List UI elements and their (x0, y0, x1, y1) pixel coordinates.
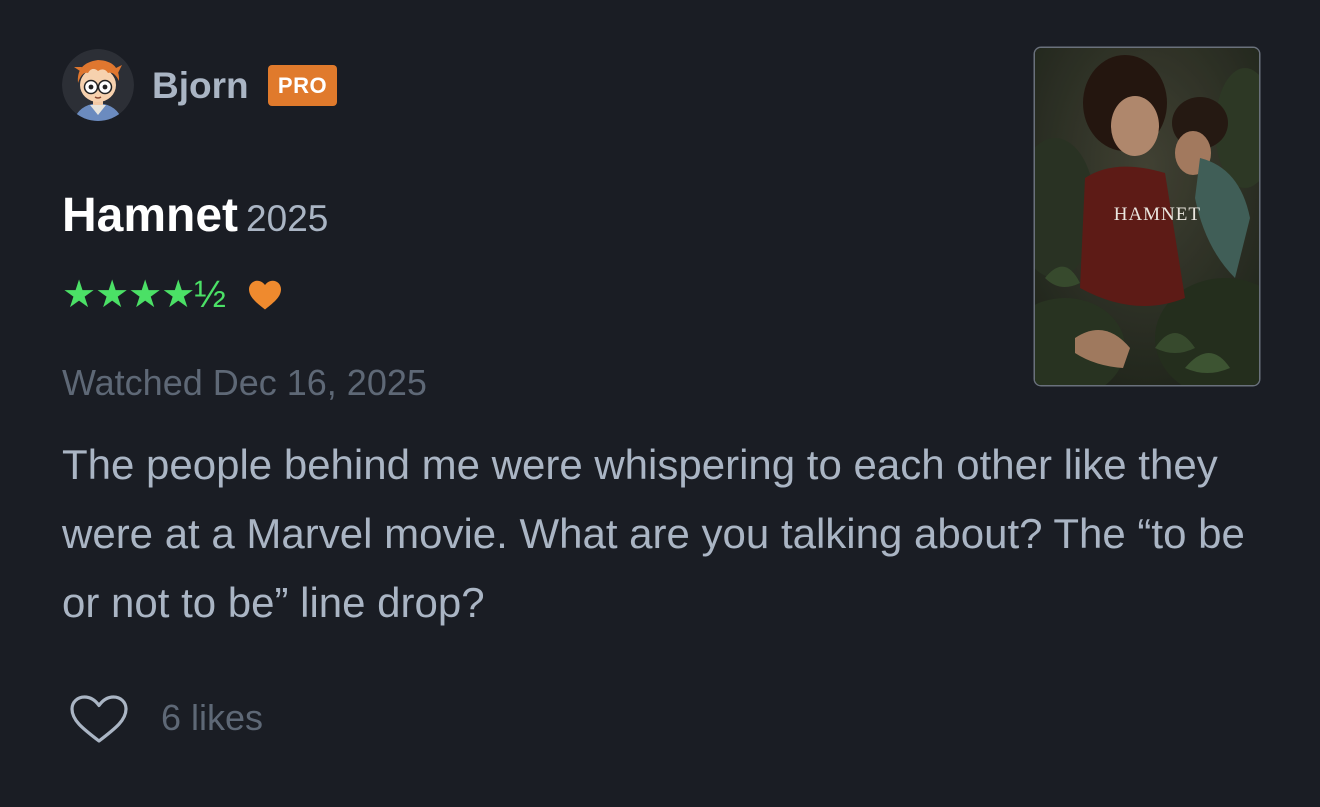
username[interactable]: Bjorn (152, 63, 249, 109)
film-year[interactable]: 2025 (246, 198, 328, 239)
rating-row: ★★★★½ (62, 272, 283, 318)
poster-title: HAMNET (1113, 204, 1201, 225)
review-body: The people behind me were whispering to … (62, 441, 1245, 626)
film-title[interactable]: Hamnet (62, 189, 238, 242)
user-avatar[interactable] (62, 49, 134, 121)
review-card: Bjorn PRO Hamnet 2025 ★★★★½ Watched Dec 1… (0, 0, 1320, 807)
heart-filled-icon (247, 279, 283, 311)
heart-outline-icon[interactable] (69, 694, 129, 744)
film-poster[interactable]: HAMNET (1035, 48, 1259, 385)
film-heading: Hamnet 2025 (62, 186, 328, 257)
pro-badge: PRO (268, 65, 337, 106)
avatar-illustration (62, 49, 134, 121)
watched-date: Watched Dec 16, 2025 (62, 362, 427, 403)
likes-count[interactable]: 6 likes (161, 696, 263, 740)
star-rating: ★★★★½ (62, 274, 226, 316)
